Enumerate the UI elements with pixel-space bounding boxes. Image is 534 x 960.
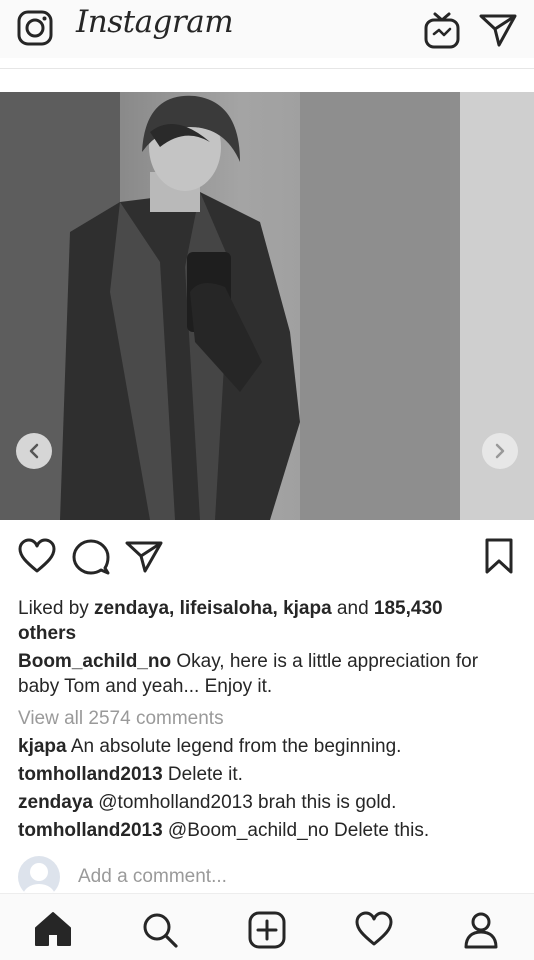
profile-icon[interactable] bbox=[462, 911, 500, 949]
comment-text: @tomholland2013 brah this is gold. bbox=[92, 792, 397, 813]
home-icon[interactable] bbox=[34, 911, 72, 947]
comment-row: kjapa An absolute legend from the beginn… bbox=[18, 735, 518, 759]
add-comment-input[interactable]: Add a comment... bbox=[78, 866, 227, 888]
add-comment-row: Add a comment... bbox=[0, 852, 534, 898]
comment-row: zendaya @tomholland2013 brah this is gol… bbox=[18, 791, 518, 815]
share-icon[interactable] bbox=[125, 540, 163, 574]
caption-username[interactable]: Boom_achild_no bbox=[18, 651, 171, 672]
likes-suffix[interactable]: others bbox=[18, 623, 76, 644]
avatar bbox=[18, 856, 60, 898]
comment-username[interactable]: tomholland2013 bbox=[18, 764, 163, 785]
carousel-next-button[interactable] bbox=[482, 433, 518, 469]
comment-text: @Boom_achild_no Delete this. bbox=[162, 820, 430, 841]
chevron-left-icon bbox=[29, 443, 39, 459]
comment-username[interactable]: tomholland2013 bbox=[18, 820, 163, 841]
igtv-icon[interactable] bbox=[422, 10, 462, 50]
camera-icon[interactable] bbox=[16, 9, 54, 47]
view-all-comments-link[interactable]: View all 2574 comments bbox=[18, 707, 224, 731]
divider bbox=[0, 68, 534, 69]
bottom-nav bbox=[0, 893, 534, 960]
carousel-prev-button[interactable] bbox=[16, 433, 52, 469]
search-icon[interactable] bbox=[141, 911, 179, 949]
comment-icon[interactable] bbox=[72, 538, 110, 576]
like-heart-icon[interactable] bbox=[18, 538, 56, 574]
post-caption: Boom_achild_no Okay, here is a little ap… bbox=[18, 649, 518, 699]
post-image[interactable] bbox=[0, 92, 534, 520]
bookmark-icon[interactable] bbox=[484, 537, 514, 575]
chevron-right-icon bbox=[495, 443, 505, 459]
default-avatar-icon bbox=[23, 863, 55, 898]
photo-illustration bbox=[0, 92, 534, 520]
comment-row: tomholland2013 @Boom_achild_no Delete th… bbox=[18, 819, 518, 843]
likes-middle: and bbox=[331, 598, 374, 619]
likes-summary[interactable]: Liked by zendaya, lifeisaloha, kjapa and… bbox=[18, 596, 518, 646]
new-post-icon[interactable] bbox=[248, 911, 286, 949]
direct-message-icon[interactable] bbox=[478, 12, 518, 48]
liked-by-users[interactable]: zendaya, lifeisaloha, kjapa bbox=[94, 598, 332, 619]
top-bar: Instagram bbox=[0, 0, 534, 58]
comment-row: tomholland2013 Delete it. bbox=[18, 763, 518, 787]
likes-prefix: Liked by bbox=[18, 598, 95, 619]
instagram-logo: Instagram bbox=[76, 4, 234, 40]
likes-count[interactable]: 185,430 bbox=[374, 598, 443, 619]
comment-username[interactable]: kjapa bbox=[18, 736, 67, 757]
comment-text: Delete it. bbox=[162, 764, 243, 785]
post-actions bbox=[0, 534, 534, 578]
activity-icon[interactable] bbox=[355, 911, 393, 947]
comment-username[interactable]: zendaya bbox=[18, 792, 93, 813]
comment-text: An absolute legend from the beginning. bbox=[66, 736, 402, 757]
